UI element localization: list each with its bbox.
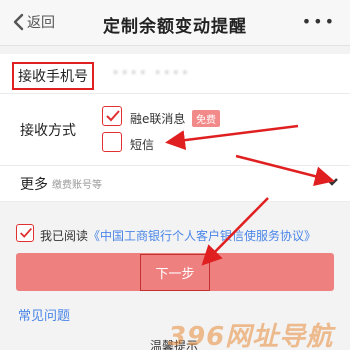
agreement-text: 我已阅读《中国工商银行个人客户银信使服务协议》: [40, 227, 316, 244]
more-options-row[interactable]: 更多 缴费账号等: [0, 166, 350, 202]
phone-label: 接收手机号: [12, 62, 94, 90]
phone-value: •••• ••••: [112, 66, 191, 80]
checkmark-icon: [20, 227, 32, 238]
next-button[interactable]: 下一步: [16, 253, 334, 291]
agreement-checkbox[interactable]: [16, 224, 34, 242]
free-badge: 免费: [192, 110, 220, 127]
agreement-link[interactable]: 《中国工商银行个人客户银信使服务协议》: [88, 229, 316, 243]
more-hint: 缴费账号等: [52, 180, 102, 191]
chevron-down-icon[interactable]: [326, 177, 338, 187]
agreement-prefix: 我已阅读: [40, 229, 89, 243]
next-button-label: 下一步: [140, 253, 210, 291]
sms-option-label: 短信: [130, 138, 155, 152]
more-label: 更多: [20, 177, 48, 193]
app-message-option-label: 融e联消息: [130, 112, 186, 126]
navbar: 返回 定制余额变动提醒 •••: [0, 0, 350, 46]
receive-method-row: 接收方式 融e联消息 免费 短信: [0, 94, 350, 166]
sms-checkbox[interactable]: [102, 132, 122, 152]
faq-link[interactable]: 常见问题: [18, 305, 70, 324]
phone-row: 接收手机号 •••• ••••: [0, 54, 350, 94]
receive-method-label: 接收方式: [20, 123, 76, 139]
app-message-checkbox[interactable]: [102, 106, 122, 126]
checkmark-icon: [106, 110, 120, 122]
more-menu-button[interactable]: •••: [302, 12, 336, 31]
page-title: 定制余额变动提醒: [103, 17, 247, 37]
watermark-logo: 396网址导航: [168, 322, 334, 350]
